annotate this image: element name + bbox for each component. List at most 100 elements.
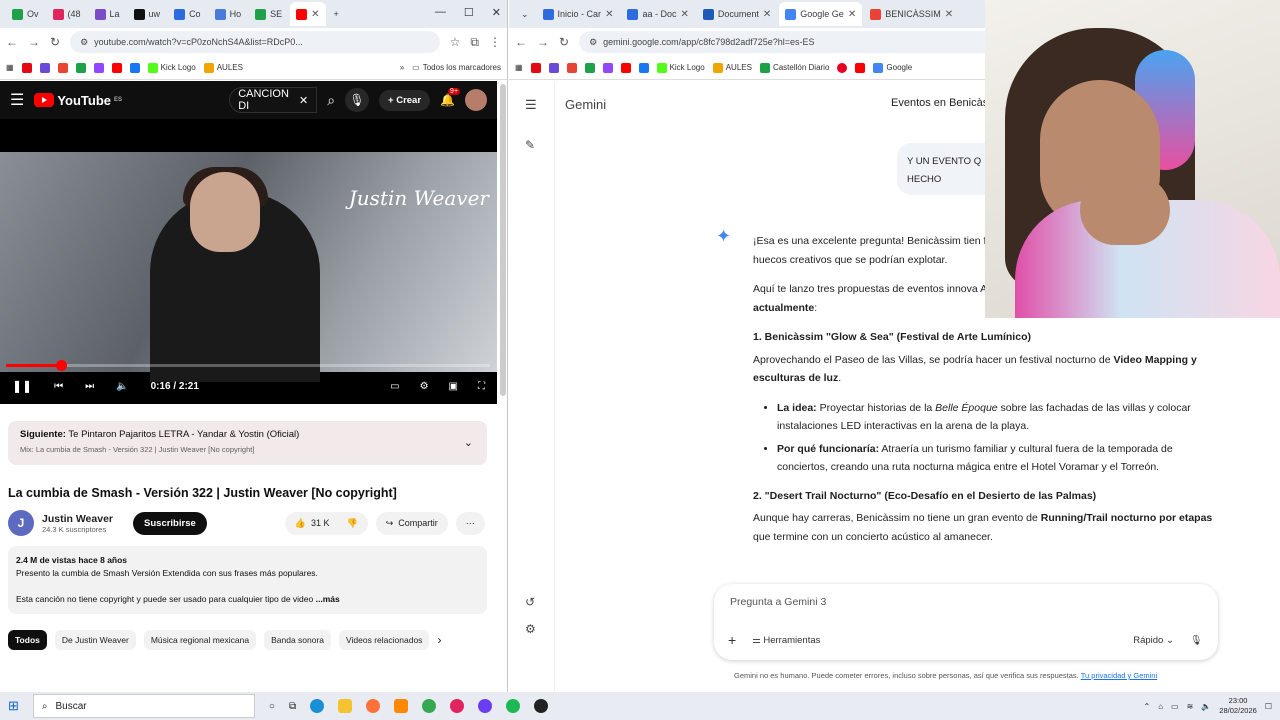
back-icon[interactable]: ← xyxy=(6,35,18,49)
tab[interactable]: Ov xyxy=(6,2,45,26)
site-info-icon[interactable]: ⚙ xyxy=(589,37,597,48)
apps-icon[interactable]: ▦ xyxy=(6,63,14,72)
search-icon[interactable]: ⌕ xyxy=(327,92,335,109)
pause-icon[interactable]: ❚❚ xyxy=(12,379,32,393)
description-box[interactable]: 2.4 M de vistas hace 8 años Presento la … xyxy=(8,546,487,614)
windows-start-icon[interactable]: ⊞ xyxy=(8,698,19,714)
show-more-link[interactable]: ...más xyxy=(316,594,340,604)
reload-icon[interactable]: ↻ xyxy=(50,35,60,49)
theater-mode-icon[interactable]: ▣ xyxy=(449,381,458,392)
scrollbar[interactable] xyxy=(500,84,506,396)
close-tab-icon[interactable]: ✕ xyxy=(680,9,688,20)
close-tab-icon[interactable]: ✕ xyxy=(848,9,856,20)
reload-icon[interactable]: ↻ xyxy=(559,35,569,49)
up-next-panel[interactable]: Siguiente: Te Pintaron Pajaritos LETRA -… xyxy=(8,421,487,465)
previous-icon[interactable]: ⏮ xyxy=(54,381,63,392)
netflix-icon[interactable] xyxy=(530,62,541,73)
twitch-icon[interactable] xyxy=(602,62,613,73)
close-tab-icon[interactable]: ✕ xyxy=(763,9,771,20)
site-info-icon[interactable]: ⚙ xyxy=(80,37,88,48)
tab-active[interactable]: ✕ xyxy=(290,2,326,26)
hamburger-icon[interactable]: ☰ xyxy=(525,97,537,113)
chevron-right-icon[interactable]: › xyxy=(437,633,441,647)
tab[interactable]: (48 xyxy=(47,2,87,26)
new-chat-icon[interactable]: ✎ xyxy=(525,138,535,152)
gmail-icon[interactable] xyxy=(566,62,577,73)
chrome-icon[interactable] xyxy=(422,699,437,713)
close-tab-icon[interactable]: ✕ xyxy=(311,9,319,20)
add-icon[interactable]: + xyxy=(728,632,736,648)
taskbar-search[interactable]: ⌕ Buscar xyxy=(32,694,255,718)
new-tab-button[interactable]: + xyxy=(328,2,345,26)
hamburger-icon[interactable]: ☰ xyxy=(10,90,24,110)
bookmark-star-icon[interactable]: ☆ xyxy=(450,35,461,49)
like-button[interactable]: 👍 31 K 👎 xyxy=(284,511,368,535)
bookmark-google[interactable]: Google xyxy=(873,62,912,73)
avatar[interactable] xyxy=(465,89,487,111)
chip[interactable]: Videos relacionados xyxy=(339,630,430,650)
chip[interactable]: Banda sonora xyxy=(264,630,332,650)
prompt-input[interactable]: Pregunta a Gemini 3 + ⚌ Herramientas Ráp… xyxy=(714,584,1218,660)
wifi-icon[interactable]: ≋ xyxy=(1187,702,1194,711)
scrubber-handle[interactable] xyxy=(55,360,67,371)
bookmark[interactable] xyxy=(129,62,140,73)
subtitles-icon[interactable]: ▭ xyxy=(390,381,399,392)
edge-icon[interactable] xyxy=(310,699,325,713)
tab[interactable]: Co xyxy=(168,2,207,26)
bookmark[interactable] xyxy=(57,62,68,73)
tab-active[interactable]: Google Ge ✕ xyxy=(779,2,863,26)
share-button[interactable]: ↪ Compartir xyxy=(375,511,448,535)
channel-name[interactable]: Justin Weaver xyxy=(42,513,113,525)
all-bookmarks[interactable]: ▭ Todos los marcadores xyxy=(412,63,501,72)
vlc-icon[interactable] xyxy=(394,699,409,713)
subscribe-button[interactable]: Suscribirse xyxy=(133,511,207,535)
bookmark[interactable] xyxy=(39,62,50,73)
bookmark-icon[interactable] xyxy=(584,62,595,73)
mode-selector[interactable]: Rápido ⌄ xyxy=(1133,635,1174,646)
address-bar[interactable]: ⚙ youtube.com/watch?v=cP0zoNchS4A&list=RD… xyxy=(70,31,440,53)
close-icon[interactable]: ✕ xyxy=(492,6,501,19)
channel-avatar[interactable]: J xyxy=(8,510,34,536)
bookmark[interactable] xyxy=(21,62,32,73)
apps-icon[interactable]: ▦ xyxy=(515,63,523,72)
microphone-icon[interactable]: 🎙 xyxy=(1190,635,1202,646)
extensions-icon[interactable]: ⧉ xyxy=(470,35,479,50)
clock[interactable]: 23:00 28/02/2026 xyxy=(1219,696,1257,716)
task-view-icon[interactable]: ⧉ xyxy=(289,701,296,712)
bookmark-aules[interactable]: AULES xyxy=(712,62,752,73)
privacy-link[interactable]: Tu privacidad y Gemini xyxy=(1081,671,1157,680)
facebook-icon[interactable] xyxy=(638,62,649,73)
app-icon[interactable] xyxy=(534,699,549,713)
video-player[interactable]: Justin Weaver ❚❚ ⏮ ⏭ 🔈 0:16 / 2:21 ▭ ⚙ ▣ ⛶ xyxy=(0,119,497,404)
forward-icon[interactable]: → xyxy=(28,35,40,49)
volume-icon[interactable]: 🔈 xyxy=(116,381,128,392)
battery-icon[interactable]: ▭ xyxy=(1171,702,1179,711)
network-icon[interactable]: ⌂ xyxy=(1158,702,1163,711)
more-actions-icon[interactable]: ⋯ xyxy=(455,511,485,535)
opera-icon[interactable] xyxy=(450,699,465,713)
spotify-icon[interactable] xyxy=(506,699,521,713)
chip[interactable]: De Justin Weaver xyxy=(54,630,136,650)
progress-bar[interactable] xyxy=(6,360,490,371)
forward-icon[interactable]: → xyxy=(537,35,549,49)
back-icon[interactable]: ← xyxy=(515,35,527,49)
obs-icon[interactable] xyxy=(478,699,493,713)
youtube-icon[interactable] xyxy=(855,62,866,73)
close-tab-icon[interactable]: ✕ xyxy=(605,9,613,20)
bookmark[interactable] xyxy=(75,62,86,73)
search-input[interactable]: CANCION DI ✕ xyxy=(229,87,318,113)
notifications-icon[interactable]: 🔔 9+ xyxy=(440,88,461,107)
dislike-icon[interactable]: 👎 xyxy=(347,518,358,529)
youtube-icon[interactable] xyxy=(620,62,631,73)
next-icon[interactable]: ⏭ xyxy=(85,381,94,392)
pinterest-icon[interactable] xyxy=(837,62,848,73)
menu-icon[interactable]: ⋮ xyxy=(489,35,501,49)
tab[interactable]: uw xyxy=(128,2,167,26)
clear-search-icon[interactable]: ✕ xyxy=(299,94,308,107)
file-explorer-icon[interactable] xyxy=(338,699,353,713)
cortana-icon[interactable]: ○ xyxy=(269,701,275,712)
history-icon[interactable]: ↺ xyxy=(525,595,535,609)
tab[interactable]: aa - Doc ✕ xyxy=(621,2,694,26)
youtube-logo[interactable]: YouTube ES xyxy=(34,93,122,108)
maximize-icon[interactable]: ☐ xyxy=(464,6,474,19)
